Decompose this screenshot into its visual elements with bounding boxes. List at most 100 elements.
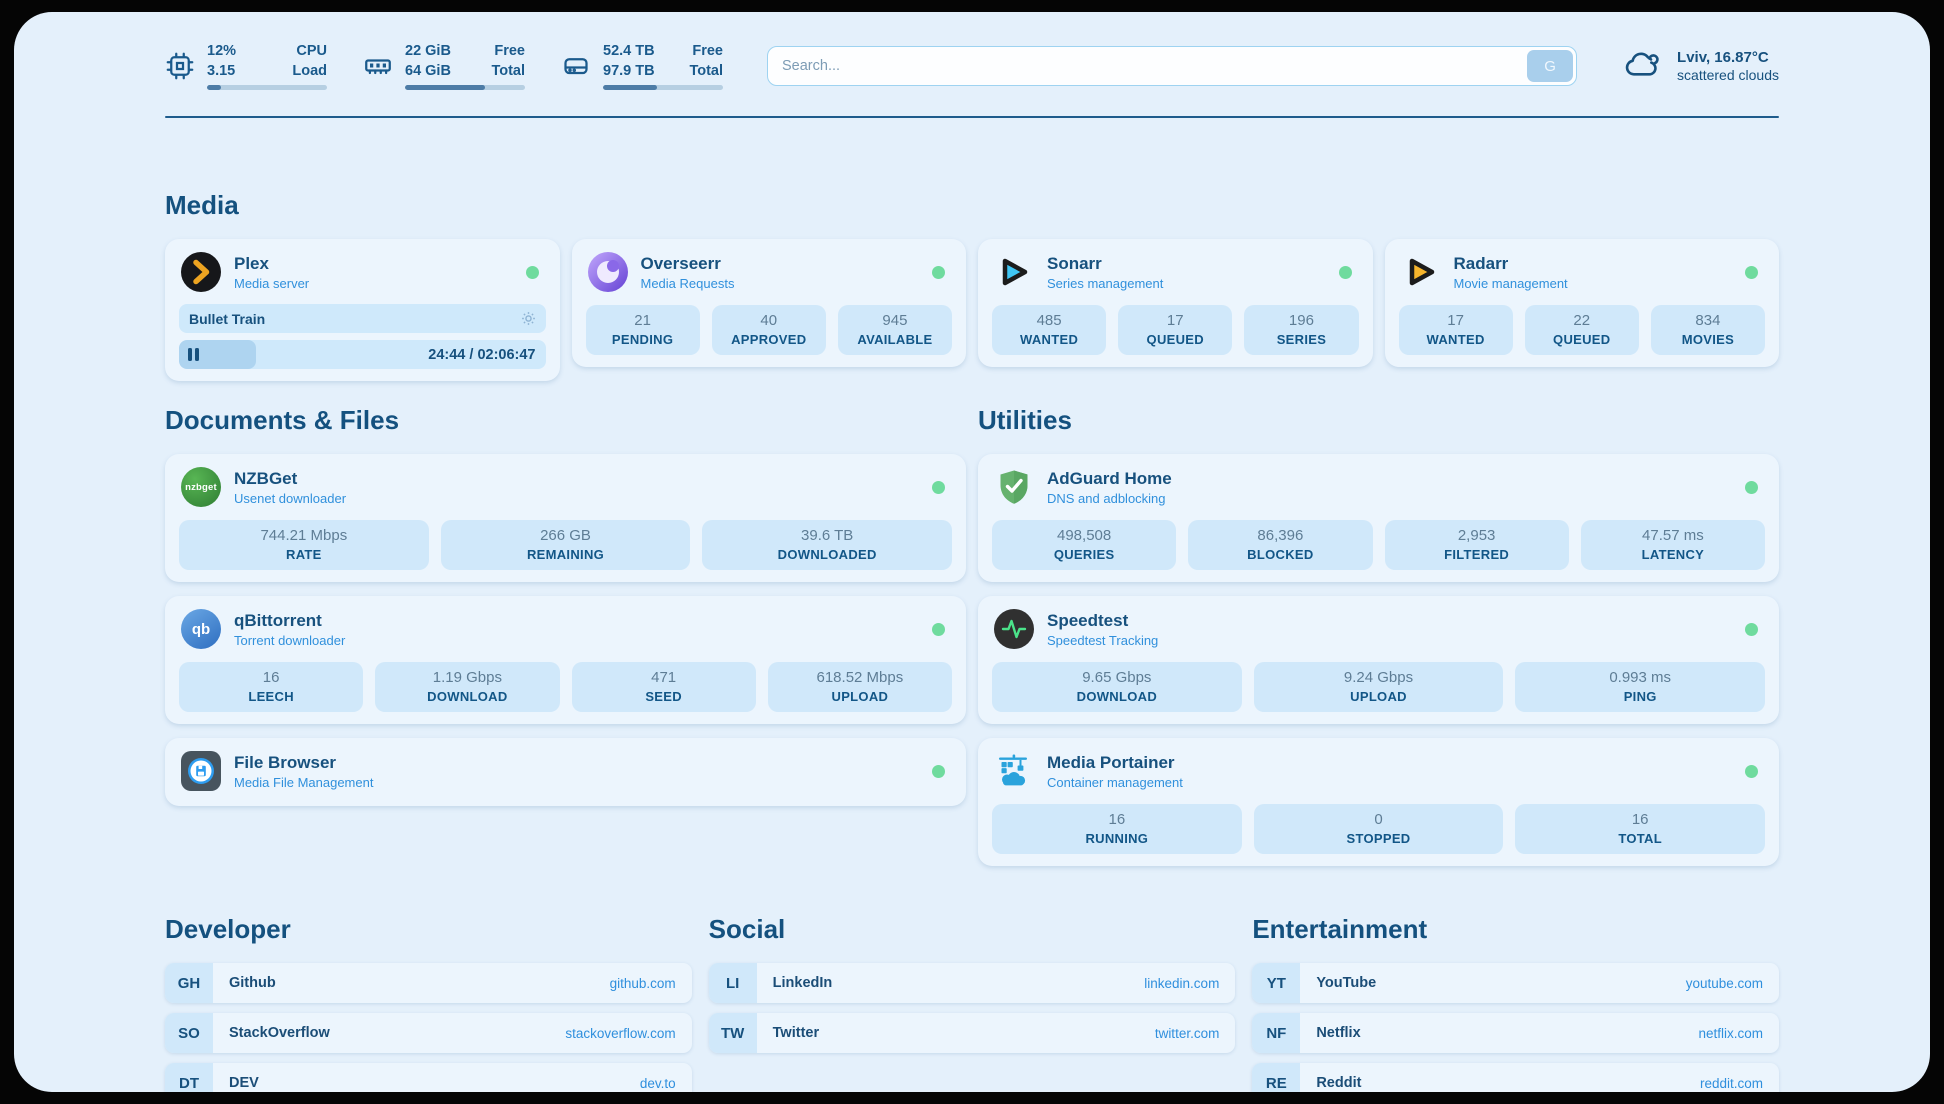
stat-value: 16: [996, 811, 1238, 828]
stat-box: 39.6 TB DOWNLOADED: [702, 520, 952, 570]
app-card-adguard[interactable]: AdGuard Home DNS and adblocking 498,508 …: [978, 454, 1779, 582]
app-header: qb qBittorrent Torrent downloader: [179, 606, 952, 652]
bookmark-url: youtube.com: [1686, 976, 1763, 991]
stat-box: 945 AVAILABLE: [838, 305, 952, 355]
stat-label: PING: [1519, 689, 1761, 704]
now-playing-time: 24:44 / 02:06:47: [428, 340, 535, 369]
cpu-progress-bar: [207, 85, 327, 90]
stat-box: 9.24 Gbps UPLOAD: [1254, 662, 1504, 712]
top-bar: 12% 3.15 CPU Load: [165, 42, 1779, 90]
stat-box: 196 SERIES: [1244, 305, 1358, 355]
bookmark-github[interactable]: GH Github github.com: [165, 963, 692, 1003]
app-name: Radarr: [1454, 254, 1733, 274]
bookmark-twitter[interactable]: TW Twitter twitter.com: [709, 1013, 1236, 1053]
app-header: File Browser Media File Management: [179, 748, 952, 794]
stat-label: BLOCKED: [1192, 547, 1368, 562]
ram-progress-bar: [405, 85, 525, 90]
section-middle: Documents & Files nzbget NZBGet Usenet d…: [165, 405, 1779, 866]
stat-value: 9.24 Gbps: [1258, 669, 1500, 686]
stat-box: 744.21 Mbps RATE: [179, 520, 429, 570]
stat-label: REMAINING: [445, 547, 687, 562]
disk-label-1: Free: [689, 42, 723, 62]
search-bar[interactable]: G: [767, 46, 1577, 86]
bookmark-netflix[interactable]: NF Netflix netflix.com: [1252, 1013, 1779, 1053]
search-engine-button[interactable]: G: [1527, 50, 1573, 82]
weather-location: Lviv, 16.87°C: [1677, 49, 1779, 66]
status-dot: [526, 266, 539, 279]
app-card-speedtest[interactable]: Speedtest Speedtest Tracking 9.65 Gbps D…: [978, 596, 1779, 724]
stat-box: 17 QUEUED: [1118, 305, 1232, 355]
bookmark-reddit[interactable]: RE Reddit reddit.com: [1252, 1063, 1779, 1092]
app-subtitle: Series management: [1047, 276, 1326, 291]
cpu-label-2: Load: [292, 62, 327, 82]
app-card-filebrowser[interactable]: File Browser Media File Management: [165, 738, 966, 806]
stat-value: 9.65 Gbps: [996, 669, 1238, 686]
bookmark-group-social: Social LI LinkedIn linkedin.com TW Twitt…: [709, 914, 1236, 1092]
bookmark-youtube[interactable]: YT YouTube youtube.com: [1252, 963, 1779, 1003]
bookmark-badge: NF: [1252, 1013, 1300, 1053]
weather-condition: scattered clouds: [1677, 67, 1779, 83]
status-dot: [1745, 765, 1758, 778]
app-card-overseerr[interactable]: Overseerr Media Requests 21 PENDING 40 A…: [572, 239, 967, 367]
bookmark-name: Github: [229, 975, 610, 991]
cloud-icon: [1621, 46, 1665, 86]
app-subtitle: Media Requests: [641, 276, 920, 291]
search-input[interactable]: [767, 46, 1577, 86]
stat-label: DOWNLOAD: [996, 689, 1238, 704]
bookmark-badge: DT: [165, 1063, 213, 1092]
disk-progress-fill: [603, 85, 657, 90]
stat-value: 0: [1258, 811, 1500, 828]
adguard-icon: [994, 467, 1034, 507]
cpu-label-1: CPU: [292, 42, 327, 62]
stat-box: 498,508 QUERIES: [992, 520, 1176, 570]
portainer-icon: [994, 751, 1034, 791]
stat-value: 86,396: [1192, 527, 1368, 544]
bookmark-dev[interactable]: DT DEV dev.to: [165, 1063, 692, 1092]
app-card-radarr[interactable]: Radarr Movie management 17 WANTED 22 QUE…: [1385, 239, 1780, 367]
weather-widget[interactable]: Lviv, 16.87°C scattered clouds: [1621, 46, 1779, 86]
app-card-plex[interactable]: Plex Media server Bullet Train: [165, 239, 560, 381]
bookmark-stackoverflow[interactable]: SO StackOverflow stackoverflow.com: [165, 1013, 692, 1053]
ram-icon: [363, 51, 393, 81]
bookmark-badge: SO: [165, 1013, 213, 1053]
app-name: AdGuard Home: [1047, 469, 1732, 489]
stat-label: UPLOAD: [772, 689, 948, 704]
section-media: Media Plex Media server: [165, 190, 1779, 381]
stat-value: 1.19 Gbps: [379, 669, 555, 686]
app-card-qbittorrent[interactable]: qb qBittorrent Torrent downloader 16 LEE…: [165, 596, 966, 724]
status-dot: [1745, 266, 1758, 279]
disk-free-value: 52.4 TB: [603, 42, 655, 62]
bookmark-url: github.com: [610, 976, 676, 991]
cpu-load-value: 3.15: [207, 62, 236, 82]
app-name: NZBGet: [234, 469, 919, 489]
app-card-portainer[interactable]: Media Portainer Container management 16 …: [978, 738, 1779, 866]
app-subtitle: Usenet downloader: [234, 491, 919, 506]
app-header: AdGuard Home DNS and adblocking: [992, 464, 1765, 510]
stat-box: 1.19 Gbps DOWNLOAD: [375, 662, 559, 712]
app-card-nzbget[interactable]: nzbget NZBGet Usenet downloader 744.21 M…: [165, 454, 966, 582]
sonarr-icon: [994, 252, 1034, 292]
bookmark-badge: GH: [165, 963, 213, 1003]
stat-value: 40: [716, 312, 822, 329]
bookmark-badge: YT: [1252, 963, 1300, 1003]
ram-free-value: 22 GiB: [405, 42, 451, 62]
app-header: Sonarr Series management: [992, 249, 1359, 295]
stat-value: 471: [576, 669, 752, 686]
section-title-entertainment: Entertainment: [1252, 914, 1779, 945]
stat-label: WANTED: [1403, 332, 1509, 347]
now-playing-settings-icon[interactable]: [520, 310, 537, 327]
section-title-documents: Documents & Files: [165, 405, 966, 436]
stat-value: 0.993 ms: [1519, 669, 1761, 686]
bookmark-name: LinkedIn: [773, 975, 1145, 991]
status-dot: [1745, 623, 1758, 636]
bookmark-url: reddit.com: [1700, 1076, 1763, 1091]
app-header: Speedtest Speedtest Tracking: [992, 606, 1765, 652]
app-card-sonarr[interactable]: Sonarr Series management 485 WANTED 17 Q…: [978, 239, 1373, 367]
section-title-social: Social: [709, 914, 1236, 945]
stat-box: 485 WANTED: [992, 305, 1106, 355]
app-header: Plex Media server: [179, 249, 546, 295]
status-dot: [1745, 481, 1758, 494]
bookmark-linkedin[interactable]: LI LinkedIn linkedin.com: [709, 963, 1236, 1003]
app-name: Plex: [234, 254, 513, 274]
stat-box: 22 QUEUED: [1525, 305, 1639, 355]
